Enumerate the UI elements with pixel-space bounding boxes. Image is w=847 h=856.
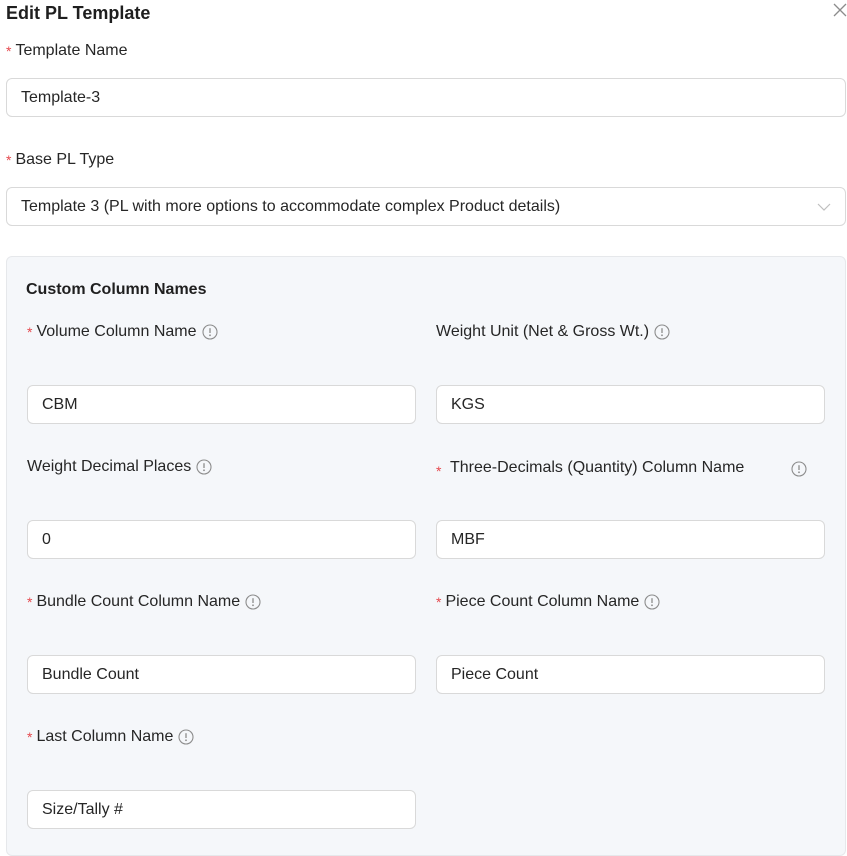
required-asterisk: * — [436, 463, 442, 479]
weight-unit-label-text: Weight Unit (Net & Gross Wt.) — [436, 323, 650, 340]
piece-count-value: Piece Count — [451, 665, 539, 683]
template-name-label: * Template Name — [6, 42, 128, 60]
template-name-value: Template-3 — [21, 88, 101, 106]
bundle-count-value: Bundle Count — [42, 665, 139, 683]
template-name-input[interactable]: Template-3 — [6, 78, 846, 117]
three-decimals-input[interactable]: MBF — [436, 520, 825, 559]
modal-title: Edit PL Template — [6, 3, 151, 23]
weight-decimal-label-text: Weight Decimal Places — [27, 458, 192, 475]
piece-count-input[interactable]: Piece Count — [436, 655, 825, 694]
info-icon[interactable] — [791, 461, 807, 477]
last-column-input[interactable]: Size/Tally # — [27, 790, 416, 829]
required-asterisk: * — [6, 152, 12, 168]
info-icon[interactable] — [178, 729, 194, 745]
base-pl-type-select[interactable]: Template 3 (PL with more options to acco… — [6, 187, 846, 226]
close-icon[interactable] — [832, 2, 847, 18]
volume-column-value: CBM — [42, 395, 78, 413]
base-pl-type-label: * Base PL Type — [6, 151, 114, 169]
required-asterisk: * — [27, 324, 33, 340]
section-title: Custom Column Names — [26, 281, 207, 298]
info-icon[interactable] — [654, 324, 670, 340]
required-asterisk: * — [27, 729, 33, 745]
volume-column-input[interactable]: CBM — [27, 385, 416, 424]
bundle-count-label: * Bundle Count Column Name — [27, 593, 261, 611]
piece-count-label: * Piece Count Column Name — [436, 593, 660, 611]
bundle-count-input[interactable]: Bundle Count — [27, 655, 416, 694]
last-column-label-text: Last Column Name — [36, 728, 174, 745]
weight-decimal-input[interactable]: 0 — [27, 520, 416, 559]
last-column-value: Size/Tally # — [42, 800, 123, 818]
chevron-down-icon — [817, 201, 831, 213]
base-pl-type-label-text: Base PL Type — [15, 151, 115, 168]
bundle-count-label-text: Bundle Count Column Name — [36, 593, 241, 610]
required-asterisk: * — [27, 594, 33, 610]
three-decimals-label: * Three-Decimals (Quantity) Column Name — [436, 454, 816, 510]
weight-unit-label: Weight Unit (Net & Gross Wt.) — [436, 323, 670, 341]
template-name-label-text: Template Name — [15, 42, 128, 59]
weight-decimal-value: 0 — [42, 530, 51, 548]
weight-decimal-label: Weight Decimal Places — [27, 458, 212, 476]
required-asterisk: * — [436, 594, 442, 610]
three-decimals-value: MBF — [451, 530, 485, 548]
base-pl-type-value: Template 3 (PL with more options to acco… — [21, 197, 561, 215]
piece-count-label-text: Piece Count Column Name — [445, 593, 640, 610]
volume-column-label-text: Volume Column Name — [36, 323, 197, 340]
info-icon[interactable] — [245, 594, 261, 610]
weight-unit-input[interactable]: KGS — [436, 385, 825, 424]
info-icon[interactable] — [201, 324, 218, 340]
weight-unit-value: KGS — [451, 395, 485, 413]
required-asterisk: * — [6, 43, 12, 59]
three-decimals-label-text: Three-Decimals (Quantity) Column Name — [450, 459, 745, 476]
volume-column-label: * Volume Column Name — [27, 323, 218, 341]
last-column-label: * Last Column Name — [27, 728, 194, 746]
info-icon[interactable] — [644, 594, 660, 610]
info-icon[interactable] — [196, 459, 212, 475]
